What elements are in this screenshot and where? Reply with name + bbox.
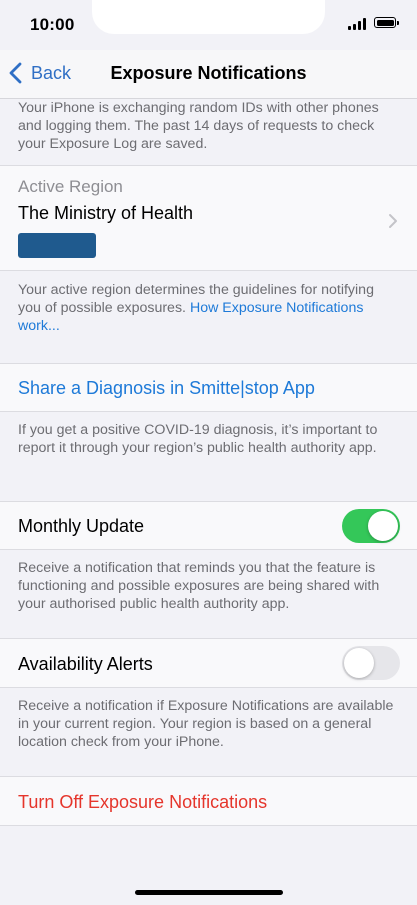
monthly-update-label: Monthly Update (18, 516, 145, 536)
toggle-knob (344, 648, 374, 678)
battery-icon (374, 17, 399, 28)
active-region-value: The Ministry of Health (18, 203, 194, 223)
active-region-row[interactable]: Active Region The Ministry of Health (0, 165, 417, 271)
chevron-right-icon (389, 214, 397, 228)
monthly-update-toggle[interactable] (342, 509, 400, 543)
region-badge (18, 233, 96, 258)
monthly-update-row: Monthly Update (0, 501, 417, 550)
availability-alerts-label: Availability Alerts (18, 654, 153, 674)
home-indicator[interactable] (135, 890, 283, 895)
share-diagnosis-footer: If you get a positive COVID-19 diagnosis… (18, 422, 378, 456)
active-region-header: Active Region (18, 177, 123, 196)
navigation-bar: Back Exposure Notifications (0, 50, 417, 98)
toggle-knob (368, 511, 398, 541)
region-footer: Your active region determines the guidel… (18, 281, 398, 335)
availability-alerts-footer: Receive a notification if Exposure Notif… (18, 698, 394, 750)
notch (92, 0, 325, 34)
share-diagnosis-label: Share a Diagnosis in Smitte|stop App (18, 378, 315, 398)
monthly-update-footer: Receive a notification that reminds you … (18, 560, 380, 612)
page-title: Exposure Notifications (110, 63, 307, 83)
status-time: 10:00 (30, 15, 75, 34)
turn-off-row[interactable]: Turn Off Exposure Notifications (0, 776, 417, 826)
intro-description: Your iPhone is exchanging random IDs wit… (18, 100, 379, 152)
cellular-signal-icon (348, 18, 368, 30)
availability-alerts-row: Availability Alerts (0, 638, 417, 688)
status-bar: 10:00 (0, 0, 417, 50)
share-diagnosis-row[interactable]: Share a Diagnosis in Smitte|stop App (0, 363, 417, 412)
availability-alerts-toggle[interactable] (342, 646, 400, 680)
turn-off-button: Turn Off Exposure Notifications (18, 792, 268, 812)
